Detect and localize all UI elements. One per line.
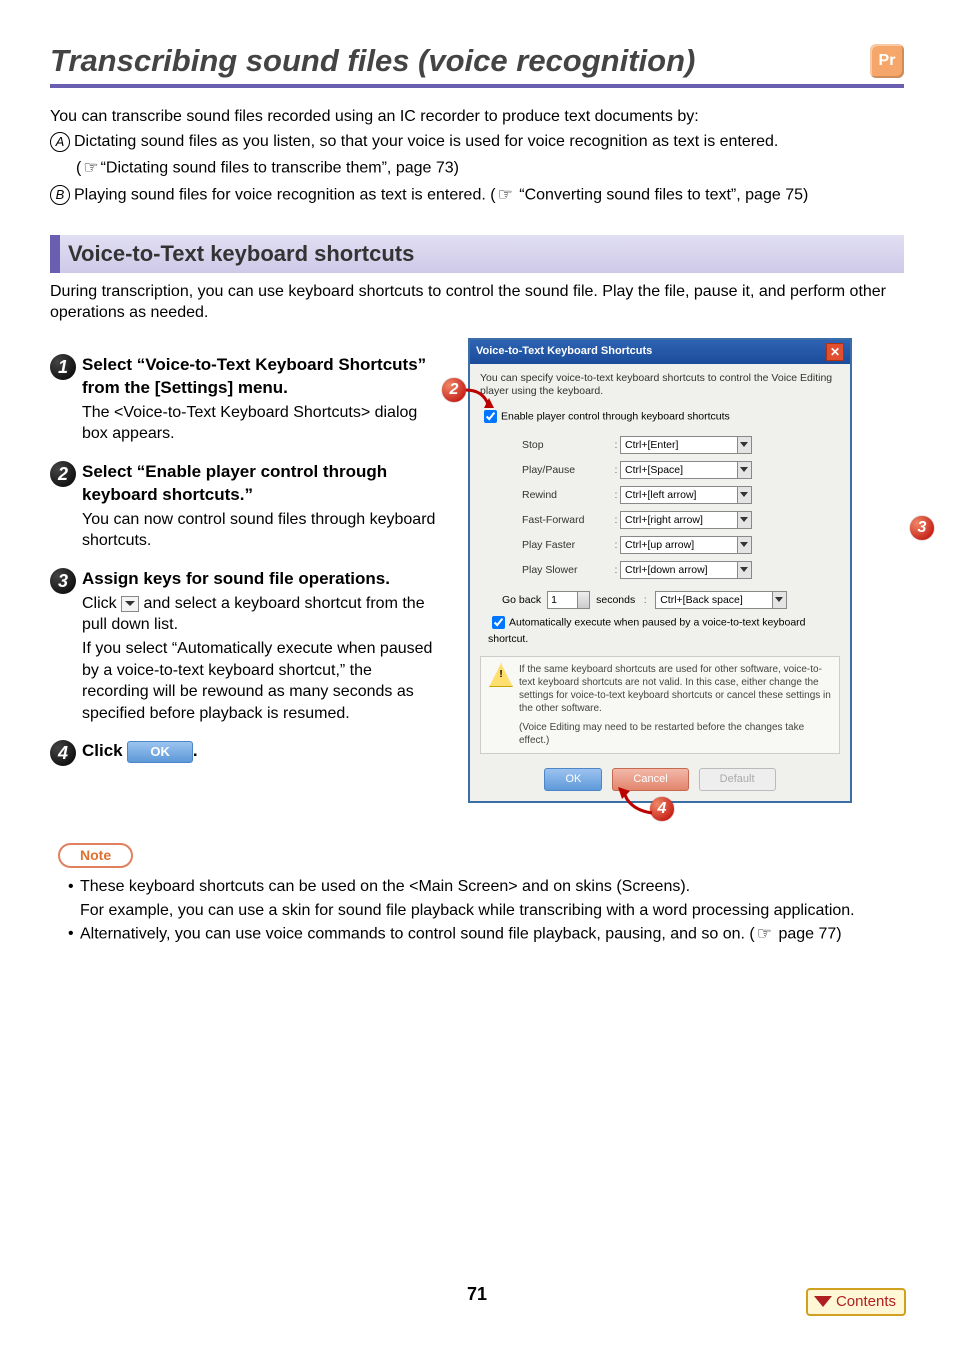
triangle-icon	[814, 1296, 832, 1307]
dialog-ok-button[interactable]: OK	[544, 768, 602, 791]
shortcut-row: Play Slower: Ctrl+[down arrow]	[522, 561, 840, 579]
shortcut-dropdown[interactable]: Ctrl+[right arrow]	[620, 511, 752, 529]
section-heading: Voice-to-Text keyboard shortcuts	[50, 235, 904, 273]
shortcut-dropdown[interactable]: Ctrl+[left arrow]	[620, 486, 752, 504]
enable-shortcuts-label: Enable player control through keyboard s…	[501, 410, 730, 422]
shortcut-dropdown[interactable]: Ctrl+[Enter]	[620, 436, 752, 454]
dialog-default-button[interactable]: Default	[699, 768, 776, 791]
warning-icon	[489, 663, 513, 687]
shortcut-dropdown[interactable]: Ctrl+[Space]	[620, 461, 752, 479]
shortcut-row: Stop: Ctrl+[Enter]	[522, 436, 840, 454]
dropdown-arrow-icon	[121, 596, 139, 612]
contents-link[interactable]: Contents	[806, 1288, 906, 1316]
step-3-icon: 3	[50, 568, 76, 594]
step-3-body2: If you select “Automatically execute whe…	[82, 638, 440, 724]
shortcut-row: Play Faster: Ctrl+[up arrow]	[522, 536, 840, 554]
reference-icon: ☞	[757, 923, 772, 946]
section-desc: During transcription, you can use keyboa…	[50, 281, 904, 324]
circle-b-icon: B	[50, 185, 70, 205]
page-title: Transcribing sound files (voice recognit…	[50, 40, 695, 82]
step-3-head: Assign keys for sound file operations.	[82, 568, 440, 591]
step-3-body1: Click and select a keyboard shortcut fro…	[82, 593, 440, 636]
step-4-head: Click OK.	[82, 740, 198, 763]
step-2-head: Select “Enable player control through ke…	[82, 461, 440, 507]
auto-execute-label: Automatically execute when paused by a v…	[488, 616, 806, 645]
step-1-head: Select “Voice-to-Text Keyboard Shortcuts…	[82, 354, 440, 400]
note-item-sub: For example, you can use a skin for soun…	[50, 900, 904, 922]
note-label: Note	[58, 843, 133, 868]
callout-4: 4	[650, 797, 674, 821]
reference-icon: ☞	[83, 157, 98, 180]
intro-b: BPlaying sound files for voice recogniti…	[50, 184, 904, 207]
ok-button[interactable]: OK	[127, 741, 193, 763]
intro-a: ADictating sound files as you listen, so…	[50, 131, 904, 153]
close-icon[interactable]: ✕	[826, 343, 844, 361]
shortcut-table: Stop: Ctrl+[Enter] Play/Pause: Ctrl+[Spa…	[522, 436, 840, 579]
enable-shortcuts-checkbox[interactable]	[484, 410, 497, 423]
shortcut-row: Fast-Forward: Ctrl+[right arrow]	[522, 511, 840, 529]
shortcut-dropdown[interactable]: Ctrl+[down arrow]	[620, 561, 752, 579]
step-1-body: The <Voice-to-Text Keyboard Shortcuts> d…	[82, 402, 440, 445]
circle-a-icon: A	[50, 132, 70, 152]
reference-icon: ☞	[498, 184, 513, 207]
callout-3: 3	[910, 516, 934, 540]
note-item: These keyboard shortcuts can be used on …	[68, 876, 904, 898]
callout-2: 2	[442, 378, 466, 402]
goback-dropdown[interactable]: Ctrl+[Back space]	[655, 591, 787, 609]
goback-label: Go back	[502, 593, 541, 607]
goback-seconds-input[interactable]: 1	[547, 591, 590, 609]
warning-box: If the same keyboard shortcuts are used …	[480, 656, 840, 754]
dialog-title: Voice-to-Text Keyboard Shortcuts	[476, 344, 652, 359]
step-2-body: You can now control sound files through …	[82, 509, 440, 552]
intro-lead: You can transcribe sound files recorded …	[50, 106, 904, 128]
auto-execute-checkbox[interactable]	[492, 616, 505, 629]
shortcut-row: Rewind: Ctrl+[left arrow]	[522, 486, 840, 504]
step-4-icon: 4	[50, 740, 76, 766]
step-1-icon: 1	[50, 354, 76, 380]
step-2-icon: 2	[50, 461, 76, 487]
shortcut-dropdown[interactable]: Ctrl+[up arrow]	[620, 536, 752, 554]
shortcuts-dialog: Voice-to-Text Keyboard Shortcuts ✕ You c…	[468, 338, 852, 803]
dialog-cancel-button[interactable]: Cancel	[612, 768, 688, 791]
note-item: Alternatively, you can use voice command…	[68, 923, 904, 946]
pr-badge: Pr	[870, 44, 904, 78]
dialog-desc: You can specify voice-to-text keyboard s…	[480, 372, 840, 399]
shortcut-row: Play/Pause: Ctrl+[Space]	[522, 461, 840, 479]
